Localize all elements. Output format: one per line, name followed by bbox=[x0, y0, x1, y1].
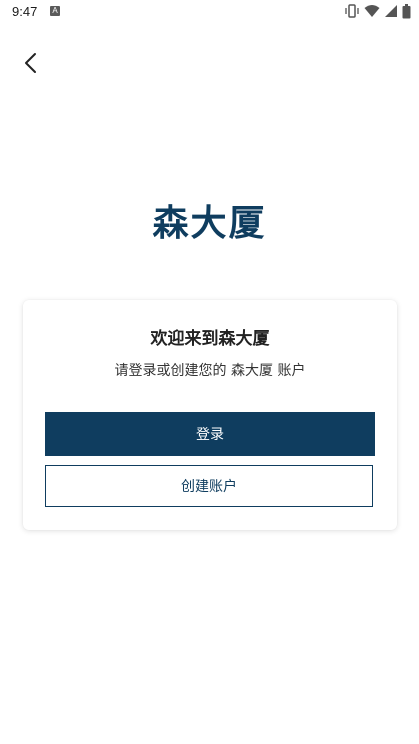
wifi-icon bbox=[364, 4, 380, 18]
login-button[interactable]: 登录 bbox=[45, 412, 375, 456]
vibrate-icon bbox=[344, 4, 360, 18]
signal-icon bbox=[384, 4, 398, 18]
welcome-subtitle: 请登录或创建您的 森大厦 账户 bbox=[114, 363, 306, 379]
notification-icon: A bbox=[50, 6, 60, 16]
status-bar: 9:47 A bbox=[0, 0, 419, 24]
status-time: 9:47 bbox=[12, 4, 38, 19]
chevron-left-icon bbox=[23, 52, 39, 78]
battery-icon bbox=[402, 3, 411, 19]
welcome-title: 欢迎来到森大厦 bbox=[150, 329, 270, 349]
brand-logo: 森大厦 bbox=[152, 203, 267, 244]
back-button[interactable] bbox=[16, 50, 46, 80]
welcome-card: 欢迎来到森大厦 请登录或创建您的 森大厦 账户 登录 创建账户 bbox=[23, 300, 397, 530]
status-icons bbox=[344, 3, 411, 19]
create-account-button[interactable]: 创建账户 bbox=[45, 465, 373, 507]
